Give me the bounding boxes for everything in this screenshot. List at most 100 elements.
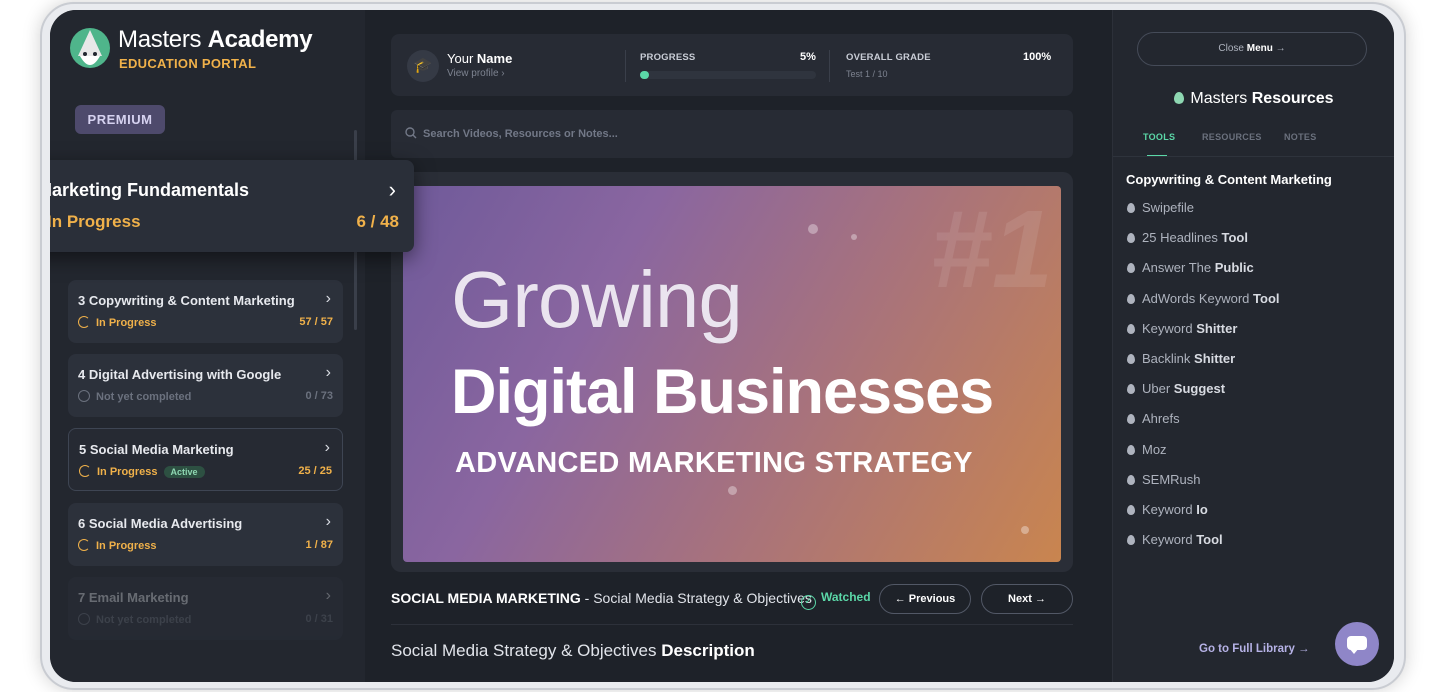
lesson-title: SOCIAL MEDIA MARKETING - Social Media St… [391,590,812,606]
tool-item[interactable]: Ahrefs [1127,411,1280,441]
chevron-right-icon: › [325,364,331,381]
video-number: #1 [930,188,1053,311]
module-item-3[interactable]: 3 Copywriting & Content Marketing › In P… [68,280,343,343]
module-title: 5 Social Media Marketing [79,442,234,457]
grade-value: 100% [1023,51,1052,63]
tool-item[interactable]: Keyword Shitter [1127,321,1280,351]
current-module-card[interactable]: 2 Marketing Fundamentals › In Progress 6… [50,160,414,252]
module-count: 25 / 25 [298,465,332,477]
progress-bar [640,71,816,79]
chevron-right-icon: › [388,177,396,202]
tool-item[interactable]: Moz [1127,442,1280,472]
description-heading: Social Media Strategy & Objectives Descr… [391,641,755,660]
divider [625,50,626,82]
module-item-6[interactable]: 6 Social Media Advertising › In Progress… [68,503,343,566]
arrow-right-icon: → [1294,643,1310,655]
tab-divider [1113,156,1394,157]
chevron-right-icon: › [324,439,330,456]
tool-item[interactable]: AdWords Keyword Tool [1127,291,1280,321]
user-name: Your Name [447,51,513,66]
bullet-icon [1127,233,1135,244]
bullet-icon [1127,414,1135,425]
decor-dot [1021,526,1029,534]
arrow-left-icon: ← [894,593,909,605]
previous-button[interactable]: ← Previous [879,584,971,614]
brand-name[interactable]: Masters Academy [118,26,313,54]
search-input[interactable] [423,124,1023,144]
video-thumbnail[interactable]: #1 Growing Digital Businesses ADVANCED M… [403,186,1061,562]
arrow-right-icon: → [1272,43,1286,54]
chat-icon-tail [1349,648,1359,654]
video-title-line1: Growing [451,255,743,344]
chevron-right-icon: › [325,587,331,604]
video-player[interactable]: #1 Growing Digital Businesses ADVANCED M… [391,172,1073,572]
video-title-line2: Digital Businesses [451,357,994,427]
progress-label: PROGRESS [640,52,696,63]
decor-dot [728,486,737,495]
next-button[interactable]: Next → [981,584,1073,614]
resources-title: Masters Resources [1113,90,1394,108]
module-item-5[interactable]: 5 Social Media Marketing › In Progress Ac… [68,428,343,491]
tool-item[interactable]: SEMRush [1127,472,1280,502]
app-screen: Masters Academy EDUCATION PORTAL PREMIUM… [50,10,1394,682]
tab-resources[interactable]: RESOURCES [1202,132,1262,142]
video-title-line3: ADVANCED MARKETING STRATEGY [455,447,973,479]
module-status: In Progress [50,212,141,232]
progress-ring-icon [79,465,91,477]
bullet-icon [1127,504,1135,515]
bullet-icon [1127,293,1135,304]
bullet-icon [1127,353,1135,364]
module-title: 7 Email Marketing [78,590,189,605]
module-count: 1 / 87 [305,539,333,551]
tool-item[interactable]: Uber Suggest [1127,381,1280,411]
empty-circle-icon [78,613,90,625]
tool-item[interactable]: Keyword Io [1127,502,1280,532]
bullet-icon [1127,535,1135,546]
chevron-right-icon: › [325,513,331,530]
search-icon [405,127,417,139]
tool-item[interactable]: Swipefile [1127,200,1280,230]
bullet-icon [1127,203,1135,213]
view-profile-link[interactable]: View profile › [447,68,505,79]
module-title: 3 Copywriting & Content Marketing [78,293,295,308]
leaf-icon [1174,92,1185,104]
tool-list: Swipefile 25 Headlines Tool Answer The P… [1127,200,1280,562]
tab-notes[interactable]: NOTES [1284,132,1317,142]
active-badge: Active [163,466,205,478]
premium-badge: PREMIUM [75,105,165,134]
check-circle-icon: ✓ [801,595,816,610]
close-menu-button[interactable]: Close Menu → [1137,32,1367,66]
module-item-7[interactable]: 7 Email Marketing › Not yet completed 0 … [68,577,343,640]
watched-status: ✓ Watched [801,590,871,610]
tool-item[interactable]: Keyword Tool [1127,532,1280,562]
sidebar: Masters Academy EDUCATION PORTAL PREMIUM… [50,10,365,682]
progress-ring-icon [78,316,90,328]
chat-button[interactable] [1335,622,1379,666]
module-title: 6 Social Media Advertising [78,516,243,531]
bullet-icon [1127,384,1135,395]
section-divider [391,624,1073,625]
module-count: 0 / 73 [305,390,333,402]
module-count: 0 / 31 [305,613,333,625]
module-title: 4 Digital Advertising with Google [78,367,282,382]
tool-item[interactable]: Backlink Shitter [1127,351,1280,381]
wizard-logo-icon [70,28,110,68]
tool-item[interactable]: Answer The Public [1127,260,1280,290]
bullet-icon [1127,263,1135,274]
tool-category: Copywriting & Content Marketing [1126,172,1332,187]
module-status: In Progress Active [79,465,205,478]
module-status: Not yet completed [78,390,191,403]
module-status: In Progress [78,316,157,329]
bullet-icon [1127,323,1135,334]
decor-dot [851,234,857,240]
tool-item[interactable]: 25 Headlines Tool [1127,230,1280,260]
grade-subtext: Test 1 / 10 [846,69,888,79]
module-item-4[interactable]: 4 Digital Advertising with Google › Not … [68,354,343,417]
bullet-icon [1127,474,1135,485]
main-content: 🎓 Your Name View profile › PROGRESS 5% O… [365,10,1112,682]
progress-value: 5% [800,51,816,63]
decor-dot [808,224,818,234]
tab-tools[interactable]: TOOLS [1143,132,1175,142]
module-status: Not yet completed [78,613,191,626]
full-library-link[interactable]: Go to Full Library → [1199,643,1310,655]
